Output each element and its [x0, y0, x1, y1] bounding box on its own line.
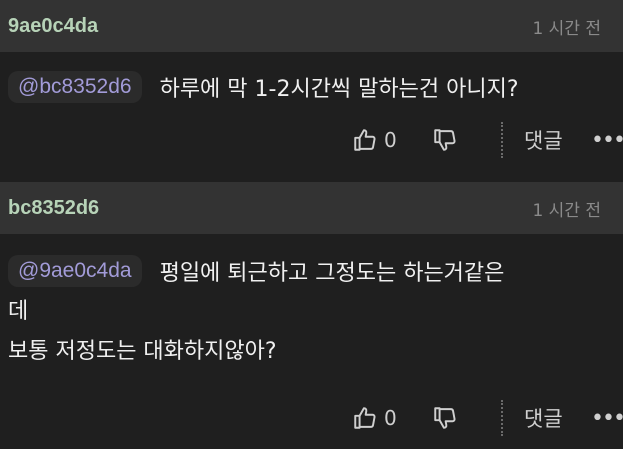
more-options-button[interactable]: •••	[591, 118, 623, 162]
comment-author[interactable]: bc8352d6	[8, 197, 99, 220]
more-options-button[interactable]: •••	[591, 396, 623, 440]
thumbs-down-icon	[432, 127, 458, 153]
comment-text: 하루에 막 1-2시간씩 말하는건 아니지?	[159, 77, 519, 102]
comment-time: 1 시간 전	[532, 200, 601, 221]
comment-author[interactable]: 9ae0c4da	[8, 15, 98, 38]
comment-text: 보통 저정도는 대화하지않아?	[8, 339, 277, 364]
comment-time: 1 시간 전	[532, 18, 601, 39]
divider	[501, 122, 503, 158]
mention-tag[interactable]: @bc8352d6	[8, 71, 142, 103]
like-count: 0	[384, 128, 397, 152]
mention-tag[interactable]: @9ae0c4da	[8, 255, 142, 287]
reply-button[interactable]: 댓글	[524, 396, 563, 440]
thumbs-down-icon	[432, 405, 458, 431]
comment-header: 9ae0c4da 1 시간 전	[0, 0, 623, 52]
comment-text: 데	[8, 299, 29, 324]
reply-label: 댓글	[524, 129, 563, 153]
like-button[interactable]: 0	[352, 118, 397, 162]
divider	[501, 400, 503, 436]
comment-text: 평일에 퇴근하고 그정도는 하는거같은	[159, 261, 505, 286]
more-icon: •••	[591, 405, 623, 431]
comment-actions: 0 댓글 •••	[0, 118, 623, 162]
thumbs-up-icon	[352, 405, 378, 431]
thumbs-up-icon	[352, 127, 378, 153]
reply-button[interactable]: 댓글	[524, 118, 563, 162]
dislike-button[interactable]	[432, 396, 458, 440]
comment-actions: 0 댓글 •••	[0, 396, 623, 440]
like-button[interactable]: 0	[352, 396, 397, 440]
more-icon: •••	[591, 127, 623, 153]
reply-label: 댓글	[524, 407, 563, 431]
dislike-button[interactable]	[432, 118, 458, 162]
like-count: 0	[384, 406, 397, 430]
comment-header: bc8352d6 1 시간 전	[0, 182, 623, 234]
comment-body: @bc8352d6 하루에 막 1-2시간씩 말하는건 아니지?	[0, 52, 623, 182]
